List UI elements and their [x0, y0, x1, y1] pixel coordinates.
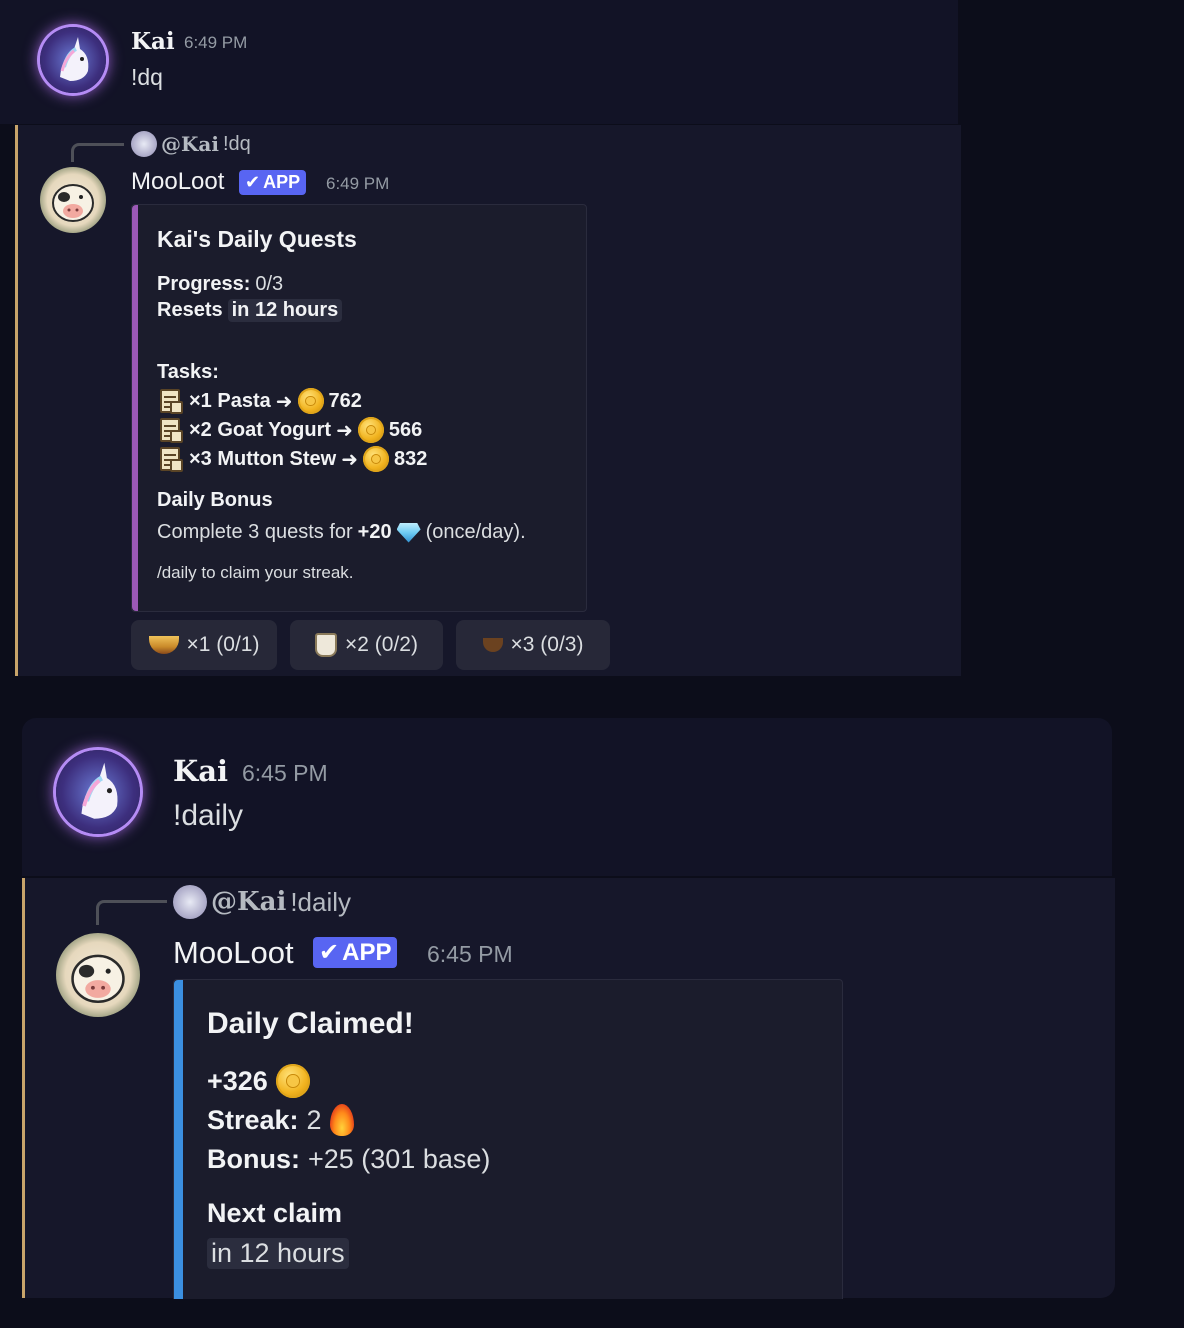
- embed-accent-bar: [174, 980, 183, 1299]
- embed-title: Daily Claimed!: [207, 1007, 414, 1040]
- fire-icon: [329, 1104, 354, 1136]
- quests-embed: Kai's Daily Quests Progress: 0/3 Resets …: [131, 204, 587, 612]
- author-name[interactable]: Kai: [131, 28, 175, 55]
- bonus-amount: +20: [357, 521, 392, 543]
- scroll-icon: [160, 447, 183, 472]
- unicorn-avatar-icon: [173, 885, 207, 919]
- message-kai-dq: [0, 0, 958, 124]
- arrow-icon: ➜: [341, 448, 358, 471]
- task-item: ×3 Mutton Stew ➜ 832: [160, 446, 427, 472]
- embed-accent-bar: [132, 205, 138, 611]
- task-reward: 566: [388, 418, 423, 441]
- progress-label: Progress:: [157, 273, 251, 295]
- claim-amount: +326: [207, 1065, 268, 1096]
- timestamp: 6:45 PM: [242, 760, 328, 786]
- author-name[interactable]: Kai: [173, 754, 228, 788]
- task-text: ×3 Mutton Stew: [189, 447, 337, 470]
- bonus-label: Bonus:: [207, 1144, 300, 1174]
- timestamp: 6:45 PM: [427, 941, 513, 967]
- reply-connector: [96, 900, 167, 925]
- mutton-stew-icon: [482, 638, 503, 652]
- bonus-title: Daily Bonus: [157, 489, 273, 511]
- task-text: ×1 Pasta: [189, 389, 271, 412]
- embed-footer: /daily to claim your streak.: [157, 563, 354, 582]
- daily-embed: Daily Claimed! +326 Streak: 2 Bonus: +25…: [173, 979, 843, 1299]
- streak-value: 2: [306, 1104, 322, 1135]
- streak-label: Streak:: [207, 1104, 299, 1135]
- task-item: ×1 Pasta ➜ 762: [160, 388, 362, 414]
- reply-text: !daily: [290, 886, 352, 917]
- message-content: !daily: [173, 799, 244, 832]
- author-name[interactable]: MooLoot: [173, 935, 294, 971]
- coin-icon: [297, 388, 324, 414]
- scroll-icon: [160, 389, 183, 414]
- task-reward: 762: [328, 389, 362, 412]
- coin-icon: [363, 446, 389, 472]
- next-claim-label: Next claim: [207, 1198, 343, 1228]
- checkmark-icon: ✔: [319, 939, 340, 966]
- coin-icon: [357, 417, 384, 443]
- goat-yogurt-icon: [315, 633, 338, 657]
- unicorn-avatar-icon[interactable]: [40, 27, 106, 93]
- task-reward: 832: [394, 447, 428, 470]
- app-badge: ✔ APP: [313, 937, 398, 968]
- reply-preview[interactable]: @Kai !daily: [173, 885, 351, 919]
- amount-line: +326: [207, 1064, 310, 1098]
- app-badge-label: APP: [263, 172, 301, 192]
- reply-text: !dq: [222, 132, 251, 155]
- bonus-line: Complete 3 quests for +20 (once/day).: [157, 521, 526, 544]
- quest-button-mutton-stew[interactable]: ×3 (0/3): [456, 620, 610, 670]
- arrow-icon: ➜: [275, 390, 293, 413]
- progress-line: Progress: 0/3: [157, 273, 283, 296]
- quest-button-pasta[interactable]: ×1 (0/1): [131, 620, 277, 670]
- embed-title: Kai's Daily Quests: [157, 226, 357, 252]
- button-label: ×1 (0/1): [186, 633, 260, 656]
- cow-avatar-icon[interactable]: [56, 933, 140, 1017]
- reply-connector: [71, 143, 124, 162]
- resets-timestamp[interactable]: in 12 hours: [227, 299, 343, 322]
- timestamp: 6:49 PM: [184, 33, 248, 52]
- bonus-line: Bonus: +25 (301 base): [207, 1144, 490, 1175]
- bonus-value: +25 (301 base): [307, 1144, 491, 1174]
- checkmark-icon: ✔: [245, 172, 261, 192]
- unicorn-avatar-icon[interactable]: [56, 750, 140, 834]
- app-badge: ✔ APP: [239, 170, 307, 195]
- task-item: ×2 Goat Yogurt ➜ 566: [160, 417, 422, 443]
- gem-icon: [396, 522, 421, 543]
- reply-preview[interactable]: @Kai !dq: [131, 131, 251, 157]
- streak-line: Streak: 2: [207, 1104, 354, 1136]
- reply-mention[interactable]: @Kai: [161, 132, 219, 156]
- coin-icon: [275, 1064, 310, 1098]
- next-claim-timestamp[interactable]: in 12 hours: [207, 1238, 349, 1269]
- cow-avatar-icon[interactable]: [40, 167, 106, 233]
- tasks-label: Tasks:: [157, 361, 219, 383]
- bonus-text: Complete 3 quests for: [157, 521, 353, 543]
- arrow-icon: ➜: [336, 419, 353, 442]
- message-content: !dq: [131, 64, 163, 90]
- resets-label: Resets: [157, 299, 223, 321]
- author-name[interactable]: MooLoot: [131, 168, 224, 196]
- button-label: ×3 (0/3): [510, 633, 584, 656]
- button-label: ×2 (0/2): [345, 633, 418, 656]
- quest-button-goat-yogurt[interactable]: ×2 (0/2): [290, 620, 443, 670]
- scroll-icon: [160, 418, 183, 443]
- progress-value: 0/3: [255, 273, 284, 295]
- pasta-icon: [148, 636, 179, 654]
- timestamp: 6:49 PM: [326, 174, 390, 193]
- unicorn-avatar-icon: [131, 131, 157, 157]
- bonus-suffix: (once/day).: [425, 521, 526, 543]
- task-text: ×2 Goat Yogurt: [189, 418, 332, 441]
- resets-line: Resets in 12 hours: [157, 299, 343, 322]
- app-badge-label: APP: [342, 938, 392, 966]
- message-kai-daily: [22, 718, 1112, 876]
- reply-mention[interactable]: @Kai: [211, 887, 286, 917]
